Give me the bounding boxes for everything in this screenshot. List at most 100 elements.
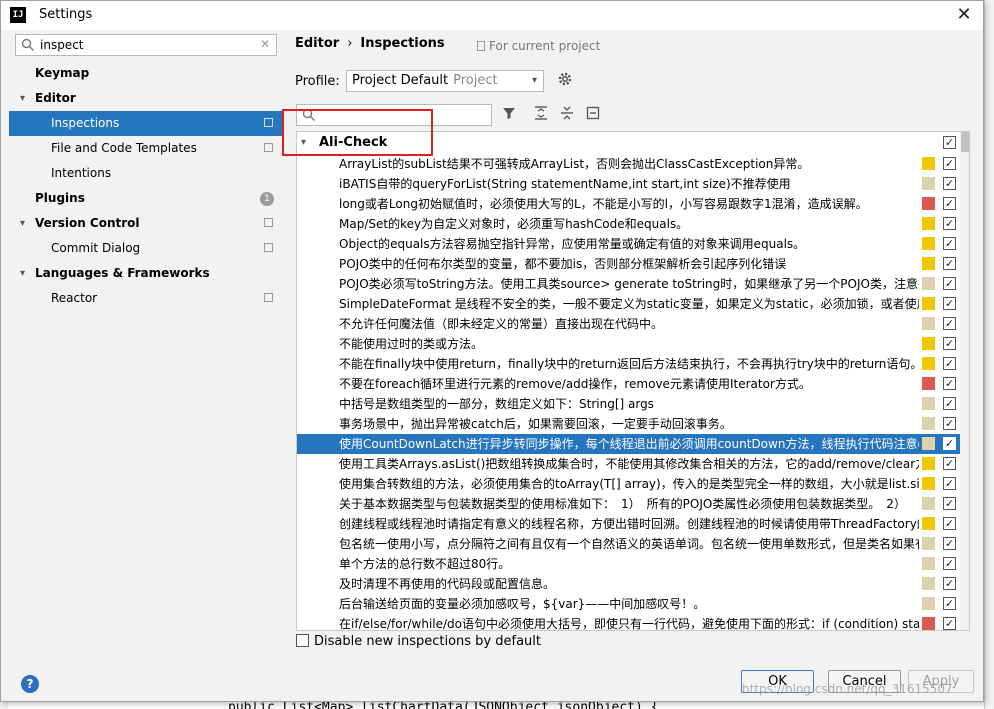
inspection-row[interactable]: long或者Long初始赋值时，必须使用大写的L，不能是小写的l，小写容易跟数字… xyxy=(297,194,969,214)
inspection-checkbox[interactable]: ✓ xyxy=(943,537,956,550)
inspection-row[interactable]: 后台输送给页面的变量必须加感叹号，${var}——中间加感叹号！。 ✓ xyxy=(297,594,969,614)
inspection-row[interactable]: 在if/else/for/while/do语句中必须使用大括号，即使只有一行代码… xyxy=(297,614,969,630)
inspection-row[interactable]: 使用CountDownLatch进行异步转同步操作，每个线程退出前必须调用cou… xyxy=(297,434,969,454)
chevron-down-icon: ▾ xyxy=(531,75,537,86)
severity-swatch xyxy=(922,457,935,470)
sidebar-item[interactable]: ▾ Languages & Frameworks xyxy=(9,261,283,286)
inspection-row[interactable]: POJO类中的任何布尔类型的变量，都不要加is，否则部分框架解析会引起序列化错误… xyxy=(297,254,969,274)
inspection-row[interactable]: Object的equals方法容易抛空指针异常，应使用常量或确定有值的对象来调用… xyxy=(297,234,969,254)
chevron-down-icon[interactable]: ▾ xyxy=(20,211,25,236)
settings-search-box[interactable]: ✕ xyxy=(15,34,277,56)
group-checkbox[interactable]: ✓ xyxy=(943,136,956,149)
sidebar-item[interactable]: Plugins 1 xyxy=(9,186,283,211)
inspection-row[interactable]: Map/Set的key为自定义对象时，必须重写hashCode和equals。 ✓ xyxy=(297,214,969,234)
profile-dropdown[interactable]: Project Default Project ▾ xyxy=(346,70,544,92)
inspection-row[interactable]: 使用工具类Arrays.asList()把数组转换成集合时，不能使用其修改集合相… xyxy=(297,454,969,474)
inspection-label: 不能在finally块中使用return，finally块中的return返回后… xyxy=(339,357,919,371)
severity-swatch xyxy=(922,517,935,530)
inspection-row[interactable]: 中括号是数组类型的一部分，数组定义如下：String[] args ✓ xyxy=(297,394,969,414)
inspection-checkbox[interactable]: ✓ xyxy=(943,377,956,390)
inspection-label: POJO类必须写toString方法。使用工具类source> generate… xyxy=(339,277,919,291)
inspection-checkbox[interactable]: ✓ xyxy=(943,557,956,570)
inspection-label: Object的equals方法容易抛空指针异常，应使用常量或确定有值的对象来调用… xyxy=(339,237,806,251)
list-scrollbar[interactable] xyxy=(960,132,969,630)
inspection-checkbox[interactable]: ✓ xyxy=(943,617,956,630)
inspection-row[interactable]: 不要在foreach循环里进行元素的remove/add操作，remove元素请… xyxy=(297,374,969,394)
sidebar-item[interactable]: ▾ Version Control xyxy=(9,211,283,236)
close-icon[interactable]: ✕ xyxy=(951,3,977,27)
title-bar[interactable]: IJ Settings ✕ xyxy=(1,1,983,30)
inspection-row[interactable]: 使用集合转数组的方法，必须使用集合的toArray(T[] array)，传入的… xyxy=(297,474,969,494)
disable-new-inspections[interactable]: Disable new inspections by default xyxy=(296,634,541,649)
sidebar-item[interactable]: File and Code Templates xyxy=(9,136,283,161)
inspection-checkbox[interactable]: ✓ xyxy=(943,437,956,450)
disable-new-checkbox[interactable] xyxy=(296,634,309,647)
filter-icon[interactable] xyxy=(499,105,519,125)
severity-swatch xyxy=(922,477,935,490)
inspection-label: 使用工具类Arrays.asList()把数组转换成集合时，不能使用其修改集合相… xyxy=(339,457,919,471)
inspection-checkbox[interactable]: ✓ xyxy=(943,217,956,230)
settings-search-input[interactable] xyxy=(40,37,250,53)
inspection-checkbox[interactable]: ✓ xyxy=(943,257,956,270)
help-icon[interactable]: ? xyxy=(21,675,39,693)
inspection-row[interactable]: 包名统一使用小写，点分隔符之间有且仅有一个自然语义的英语单词。包名统一使用单数形… xyxy=(297,534,969,554)
inspection-label: 不允许任何魔法值（即未经定义的常量）直接出现在代码中。 xyxy=(339,317,664,331)
inspection-row[interactable]: 创建线程或线程池时请指定有意义的线程名称，方便出错时回溯。创建线程池的时候请使用… xyxy=(297,514,969,534)
sidebar-item[interactable]: Inspections xyxy=(9,111,283,136)
inspection-row[interactable]: 关于基本数据类型与包装数据类型的使用标准如下： 1） 所有的POJO类属性必须使… xyxy=(297,494,969,514)
profile-label: Profile: xyxy=(295,74,340,89)
inspection-checkbox[interactable]: ✓ xyxy=(943,337,956,350)
inspection-checkbox[interactable]: ✓ xyxy=(943,397,956,410)
chevron-down-icon[interactable]: ▾ xyxy=(20,86,25,111)
sidebar-item[interactable]: Reactor xyxy=(9,286,283,311)
breadcrumb-parent[interactable]: Editor xyxy=(295,36,339,51)
inspection-label: 后台输送给页面的变量必须加感叹号，${var}——中间加感叹号！。 xyxy=(339,597,706,611)
sidebar-item[interactable]: ▾ Editor xyxy=(9,86,283,111)
project-level-icon xyxy=(264,243,273,252)
inspection-checkbox[interactable]: ✓ xyxy=(943,197,956,210)
inspection-row[interactable]: POJO类必须写toString方法。使用工具类source> generate… xyxy=(297,274,969,294)
scrollbar-thumb[interactable] xyxy=(961,132,969,152)
inspection-label: 及时清理不再使用的代码段或配置信息。 xyxy=(339,577,556,591)
reset-icon[interactable] xyxy=(583,105,603,125)
expand-all-icon[interactable] xyxy=(531,105,551,125)
inspection-checkbox[interactable]: ✓ xyxy=(943,477,956,490)
inspection-checkbox[interactable]: ✓ xyxy=(943,517,956,530)
inspection-row[interactable]: iBATIS自带的queryForList(String statementNa… xyxy=(297,174,969,194)
inspection-row[interactable]: SimpleDateFormat 是线程不安全的类，一般不要定义为static变… xyxy=(297,294,969,314)
inspection-row[interactable]: 不允许任何魔法值（即未经定义的常量）直接出现在代码中。 ✓ xyxy=(297,314,969,334)
inspection-checkbox[interactable]: ✓ xyxy=(943,237,956,250)
sidebar-item-label: Inspections xyxy=(51,116,120,130)
inspection-row[interactable]: 事务场景中，抛出异常被catch后，如果需要回滚，一定要手动回滚事务。 ✓ xyxy=(297,414,969,434)
inspection-label: 不要在foreach循环里进行元素的remove/add操作，remove元素请… xyxy=(339,377,811,391)
inspection-checkbox[interactable]: ✓ xyxy=(943,597,956,610)
clear-search-icon[interactable]: ✕ xyxy=(260,37,270,51)
inspection-checkbox[interactable]: ✓ xyxy=(943,277,956,290)
project-scope-icon xyxy=(477,41,485,51)
inspection-checkbox[interactable]: ✓ xyxy=(943,317,956,330)
sidebar-item[interactable]: Commit Dialog xyxy=(9,236,283,261)
inspection-label: 关于基本数据类型与包装数据类型的使用标准如下： 1） 所有的POJO类属性必须使… xyxy=(339,497,906,511)
inspection-row[interactable]: 不能在finally块中使用return，finally块中的return返回后… xyxy=(297,354,969,374)
inspection-row[interactable]: ArrayList的subList结果不可强转成ArrayList，否则会抛出C… xyxy=(297,154,969,174)
inspection-row[interactable]: 单个方法的总行数不超过80行。 ✓ xyxy=(297,554,969,574)
collapse-all-icon[interactable] xyxy=(557,105,577,125)
inspection-checkbox[interactable]: ✓ xyxy=(943,157,956,170)
inspection-checkbox[interactable]: ✓ xyxy=(943,497,956,510)
inspection-checkbox[interactable]: ✓ xyxy=(943,457,956,470)
inspection-checkbox[interactable]: ✓ xyxy=(943,177,956,190)
chevron-down-icon[interactable]: ▾ xyxy=(20,261,25,286)
severity-swatch xyxy=(922,557,935,570)
sidebar-item-label: Plugins xyxy=(35,191,85,205)
sidebar-item[interactable]: Keymap xyxy=(9,61,283,86)
inspection-row[interactable]: 及时清理不再使用的代码段或配置信息。 ✓ xyxy=(297,574,969,594)
sidebar-item[interactable]: Intentions xyxy=(9,161,283,186)
sidebar-item-label: Editor xyxy=(35,91,76,105)
inspection-checkbox[interactable]: ✓ xyxy=(943,417,956,430)
inspection-row[interactable]: 不能使用过时的类或方法。 ✓ xyxy=(297,334,969,354)
inspection-checkbox[interactable]: ✓ xyxy=(943,577,956,590)
inspection-checkbox[interactable]: ✓ xyxy=(943,297,956,310)
inspection-checkbox[interactable]: ✓ xyxy=(943,357,956,370)
editor-right-gutter xyxy=(984,0,994,709)
gear-icon[interactable] xyxy=(557,71,573,91)
